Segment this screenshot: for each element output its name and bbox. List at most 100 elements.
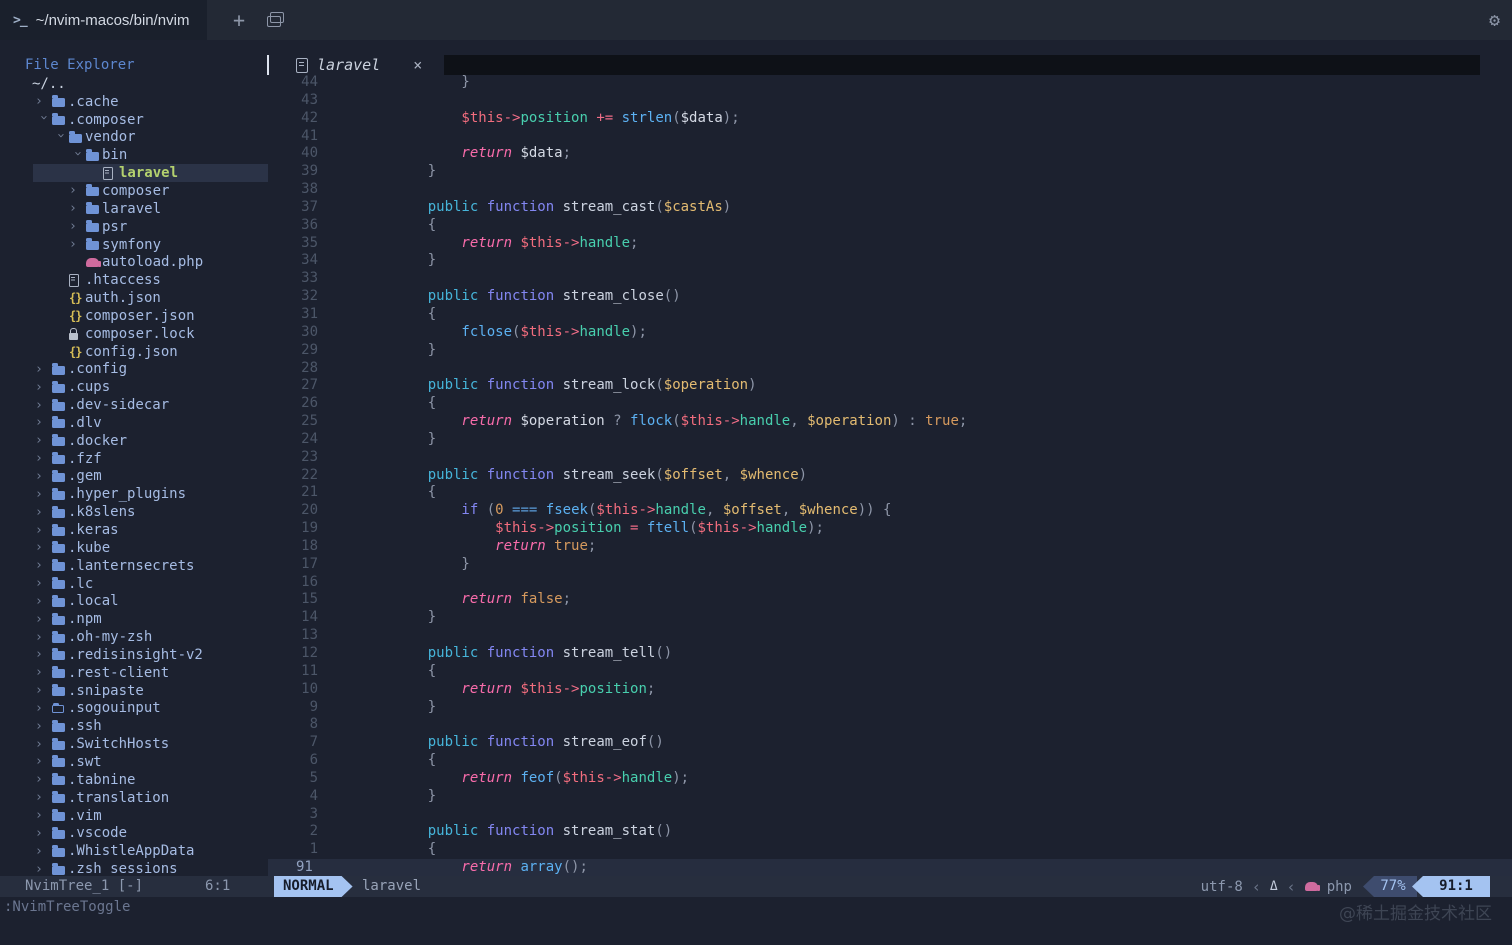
tree-item-.docker[interactable]: ›.docker [0,432,268,450]
tree-item-.dev-sidecar[interactable]: ›.dev-sidecar [0,396,268,414]
settings-button[interactable]: ⚙ [1489,0,1500,40]
code-line[interactable]: 17 } [268,556,1512,574]
tree-item-.WhistleAppData[interactable]: ›.WhistleAppData [0,842,268,860]
code-line[interactable]: 23 [268,449,1512,467]
code-line[interactable]: 27 public function stream_lock($operatio… [268,377,1512,395]
code-line[interactable]: 16 [268,574,1512,592]
tree-item-.translation[interactable]: ›.translation [0,789,268,807]
statusline: NvimTree_1 [-] 6:1 NORMAL laravel utf-8 … [0,876,1512,897]
tree-item-auth.json[interactable]: {}auth.json [0,289,268,307]
code-token: $offset [723,502,782,518]
code-line[interactable]: 32 public function stream_close() [268,288,1512,306]
close-buffer-button[interactable]: × [413,56,422,74]
tree-item-.rest-client[interactable]: ›.rest-client [0,664,268,682]
code-line[interactable]: 2 public function stream_stat() [268,823,1512,841]
command-line[interactable]: :NvimTreeToggle [4,897,130,917]
code-line[interactable]: 44 } [268,74,1512,92]
code-line[interactable]: 18 return true; [268,538,1512,556]
tree-item-.vim[interactable]: ›.vim [0,807,268,825]
tree-item-.local[interactable]: ›.local [0,592,268,610]
tree-item-.oh-my-zsh[interactable]: ›.oh-my-zsh [0,628,268,646]
code-line[interactable]: 21 { [268,484,1512,502]
tree-item-.dlv[interactable]: ›.dlv [0,414,268,432]
code-line[interactable]: 6 { [268,752,1512,770]
tree-item-.gem[interactable]: ›.gem [0,468,268,486]
code-line[interactable]: 26 { [268,395,1512,413]
code-line[interactable]: 42 $this->position += strlen($data); [268,110,1512,128]
code-line[interactable]: 41 [268,128,1512,146]
code-line[interactable]: 22 public function stream_seek($offset, … [268,467,1512,485]
tab-overview-button[interactable] [262,9,286,33]
new-tab-button[interactable]: + [222,0,256,40]
code-line[interactable]: 11 { [268,663,1512,681]
code-line[interactable]: 8 [268,716,1512,734]
tree-item-.lanternsecrets[interactable]: ›.lanternsecrets [0,557,268,575]
code-line[interactable]: 28 [268,360,1512,378]
code-line[interactable]: 39 } [268,163,1512,181]
code-token: -> [723,413,740,429]
code-line[interactable]: 13 [268,627,1512,645]
code-line[interactable]: 29 } [268,342,1512,360]
code-line[interactable]: 37 public function stream_cast($castAs) [268,199,1512,217]
tree-item-.cups[interactable]: ›.cups [0,378,268,396]
tree-item-.fzf[interactable]: ›.fzf [0,450,268,468]
code-line[interactable]: 30 fclose($this->handle); [268,324,1512,342]
tree-item-.tabnine[interactable]: ›.tabnine [0,771,268,789]
tree-item-.kube[interactable]: ›.kube [0,539,268,557]
tree-item-.snipaste[interactable]: ›.snipaste [0,682,268,700]
tree-item-composer.lock[interactable]: composer.lock [0,325,268,343]
code-line[interactable]: 20 if (0 === fseek($this->handle, $offse… [268,502,1512,520]
tree-item-.hyper_plugins[interactable]: ›.hyper_plugins [0,485,268,503]
tree-item-laravel[interactable]: laravel [0,164,268,182]
tree-item-.cache[interactable]: ›.cache [0,93,268,111]
tree-item-.swt[interactable]: ›.swt [0,753,268,771]
code-line[interactable]: 36 { [268,217,1512,235]
tree-item-autoload.php[interactable]: autoload.php [0,253,268,271]
code-line[interactable]: 91 return array(); [268,859,1512,877]
tree-item-~..[interactable]: ~/.. [0,75,268,93]
code-line[interactable]: 12 public function stream_tell() [268,645,1512,663]
tree-item-.keras[interactable]: ›.keras [0,521,268,539]
tree-item-symfony[interactable]: ›symfony [0,236,268,254]
code-line[interactable]: 33 [268,270,1512,288]
tree-item-.config[interactable]: ›.config [0,361,268,379]
code-line[interactable]: 40 return $data; [268,145,1512,163]
tree-item-.npm[interactable]: ›.npm [0,610,268,628]
code-line[interactable]: 15 return false; [268,591,1512,609]
tree-item-.htaccess[interactable]: .htaccess [0,271,268,289]
tree-item-.SwitchHosts[interactable]: ›.SwitchHosts [0,735,268,753]
tree-item-config.json[interactable]: {}config.json [0,343,268,361]
tree-item-composer[interactable]: ›composer [0,182,268,200]
tree-item-composer.json[interactable]: {}composer.json [0,307,268,325]
tree-item-vendor[interactable]: ›vendor [0,129,268,147]
tree-item-.sogouinput[interactable]: ›.sogouinput [0,700,268,718]
code-line[interactable]: 43 [268,92,1512,110]
tree-item-.ssh[interactable]: ›.ssh [0,717,268,735]
tree-item-label: .vscode [68,825,127,841]
tree-item-bin[interactable]: ›bin [0,146,268,164]
terminal-tab[interactable]: >_ ~/nvim-macos/bin/nvim [0,0,207,40]
tree-item-.lc[interactable]: ›.lc [0,575,268,593]
code-line[interactable]: 38 [268,181,1512,199]
tree-item-laravel[interactable]: ›laravel [0,200,268,218]
code-line[interactable]: 14 } [268,609,1512,627]
code-line[interactable]: 7 public function stream_eof() [268,734,1512,752]
tree-item-.vscode[interactable]: ›.vscode [0,824,268,842]
code-line[interactable]: 5 return feof($this->handle); [268,770,1512,788]
code-line[interactable]: 9 } [268,699,1512,717]
code-line[interactable]: 25 return $operation ? flock($this->hand… [268,413,1512,431]
code-line[interactable]: 24 } [268,431,1512,449]
code-text: return $data; [394,145,571,163]
code-line[interactable]: 3 [268,806,1512,824]
code-line[interactable]: 31 { [268,306,1512,324]
tree-item-psr[interactable]: ›psr [0,218,268,236]
code-line[interactable]: 34 } [268,252,1512,270]
code-line[interactable]: 35 return $this->handle; [268,235,1512,253]
tree-item-.redisinsight-v2[interactable]: ›.redisinsight-v2 [0,646,268,664]
code-line[interactable]: 19 $this->position = ftell($this->handle… [268,520,1512,538]
code-line[interactable]: 1 { [268,841,1512,859]
tree-item-.composer[interactable]: ›.composer [0,111,268,129]
code-line[interactable]: 10 return $this->position; [268,681,1512,699]
code-line[interactable]: 4 } [268,788,1512,806]
tree-item-.k8slens[interactable]: ›.k8slens [0,503,268,521]
